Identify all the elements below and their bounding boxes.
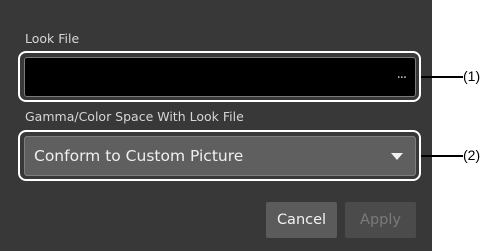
gamma-selected-value: Conform to Custom Picture <box>34 147 244 165</box>
gamma-color-space-select[interactable]: Conform to Custom Picture <box>24 136 416 176</box>
look-file-dialog: Look File ... Gamma/Color Space With Loo… <box>0 0 432 251</box>
cancel-button[interactable]: Cancel <box>266 202 337 238</box>
browse-icon[interactable]: ... <box>397 67 407 82</box>
apply-button[interactable]: Apply <box>345 202 416 238</box>
gamma-color-space-label: Gamma/Color Space With Look File <box>25 109 244 124</box>
chevron-down-icon[interactable] <box>391 153 403 160</box>
callout-label-1: (1) <box>463 68 481 84</box>
callout-leader-2 <box>421 155 463 157</box>
look-file-label: Look File <box>25 31 80 46</box>
callout-label-2: (2) <box>463 147 481 163</box>
callout-leader-1 <box>421 76 463 78</box>
look-file-field[interactable]: ... <box>24 57 416 97</box>
